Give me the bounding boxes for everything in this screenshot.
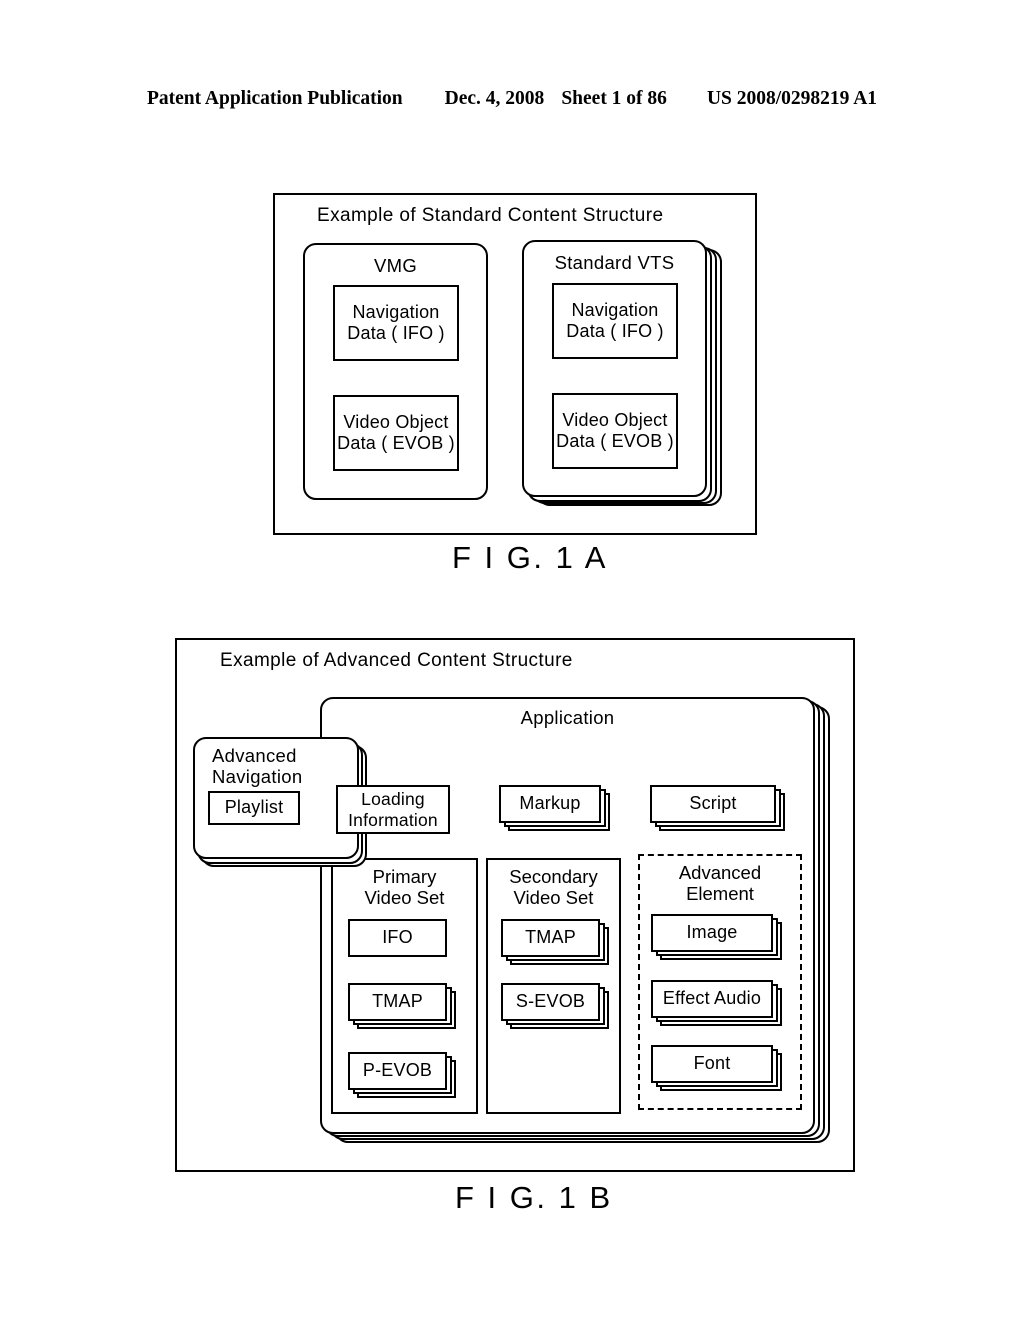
primary-ifo-box: IFO — [348, 919, 447, 957]
page-header: Patent Application Publication Dec. 4, 2… — [0, 86, 1024, 112]
advanced-font-label: Font — [693, 1053, 731, 1074]
playlist-box: Playlist — [208, 791, 300, 825]
loading-information-line1: Loading — [361, 788, 425, 809]
secondary-tmap-label: TMAP — [525, 927, 576, 948]
advanced-element-label-line2: Element — [686, 882, 754, 904]
vmg-video-object-data-box: Video Object Data ( EVOB ) — [333, 395, 459, 471]
markup-box: Markup — [499, 785, 601, 823]
advanced-font-box: Font — [651, 1045, 773, 1083]
advanced-element-label-line1: Advanced — [678, 862, 762, 883]
primary-pevob-label: P-EVOB — [362, 1060, 433, 1081]
advanced-effect-audio-box: Effect Audio — [651, 980, 773, 1018]
standard-vts-video-object-data-box: Video Object Data ( EVOB ) — [552, 393, 678, 469]
script-box: Script — [650, 785, 776, 823]
vmg-card-label: VMG — [373, 255, 418, 276]
standard-vts-navigation-data-line2: Data ( IFO ) — [566, 321, 664, 341]
primary-video-set-label-line2: Video Set — [364, 886, 445, 908]
primary-tmap-label: TMAP — [372, 991, 423, 1012]
vmg-navigation-data-line2: Data ( IFO ) — [347, 323, 445, 343]
figure-1a-caption: F I G. 1 A — [452, 540, 608, 575]
advanced-effect-audio-label: Effect Audio — [662, 988, 762, 1009]
standard-vts-navigation-data-box: Navigation Data ( IFO ) — [552, 283, 678, 359]
advanced-navigation-card-label: Advanced Navigation — [212, 745, 357, 787]
vmg-video-object-data-line2: Data ( EVOB ) — [337, 433, 455, 453]
primary-ifo-label: IFO — [382, 927, 413, 948]
script-label: Script — [689, 793, 737, 814]
vmg-video-object-data-line1: Video Object — [343, 411, 449, 432]
secondary-sevob-box: S-EVOB — [501, 983, 600, 1021]
publication-label: Patent Application Publication — [146, 88, 403, 109]
standard-vts-navigation-data-line1: Navigation — [571, 299, 659, 320]
sheet-number: Sheet 1 of 86 — [561, 88, 667, 109]
loading-information-line2: Information — [348, 809, 438, 830]
publication-date: Dec. 4, 2008 — [444, 88, 545, 109]
advanced-element-label: Advanced Element — [640, 862, 800, 904]
secondary-video-set-label-line2: Video Set — [513, 886, 594, 908]
figure-1a-title: Example of Standard Content Structure — [317, 205, 664, 226]
figure-1b-caption: F I G. 1 B — [455, 1180, 613, 1215]
document-number: US 2008/0298219 A1 — [706, 88, 878, 109]
secondary-sevob-label: S-EVOB — [515, 991, 586, 1012]
secondary-tmap-box: TMAP — [501, 919, 600, 957]
primary-video-set-label: Primary Video Set — [333, 866, 476, 908]
primary-video-set-label-line1: Primary — [372, 866, 437, 887]
figure-1b-title: Example of Advanced Content Structure — [220, 650, 573, 671]
vmg-navigation-data-line1: Navigation — [352, 301, 440, 322]
playlist-label: Playlist — [224, 797, 284, 818]
secondary-video-set-label: Secondary Video Set — [488, 866, 619, 908]
advanced-image-label: Image — [686, 922, 738, 943]
standard-vts-video-object-data-line1: Video Object — [562, 409, 668, 430]
advanced-navigation-label-line1: Advanced — [212, 745, 297, 766]
standard-vts-video-object-data-line2: Data ( EVOB ) — [556, 431, 674, 451]
loading-information-box: Loading Information — [336, 785, 450, 834]
primary-tmap-box: TMAP — [348, 983, 447, 1021]
secondary-video-set-label-line1: Secondary — [509, 866, 598, 887]
primary-pevob-box: P-EVOB — [348, 1052, 447, 1090]
advanced-image-box: Image — [651, 914, 773, 952]
markup-label: Markup — [519, 793, 581, 814]
vmg-navigation-data-box: Navigation Data ( IFO ) — [333, 285, 459, 361]
standard-vts-card-label: Standard VTS — [554, 252, 675, 273]
application-card-label: Application — [520, 707, 615, 728]
